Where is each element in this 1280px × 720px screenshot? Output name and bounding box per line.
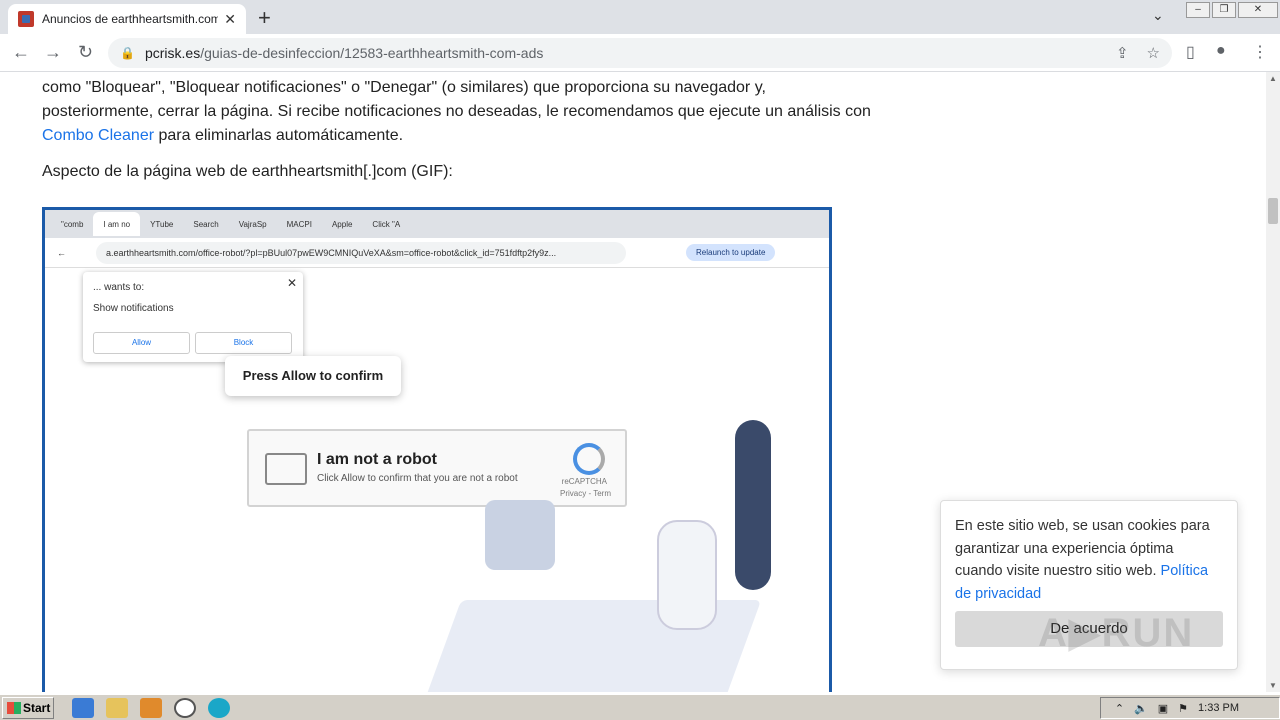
gif-tab: VajraSp: [238, 219, 267, 229]
combo-cleaner-link[interactable]: Combo Cleaner: [42, 127, 154, 144]
gif-tab: "comb: [61, 219, 84, 229]
gif-url-text: a.earthheartsmith.com/office-robot/?pl=p…: [96, 241, 626, 264]
gif-captcha-subtitle: Click Allow to confirm that you are not …: [317, 473, 518, 484]
windows-logo-icon: [7, 701, 21, 714]
man-figure: [657, 520, 717, 630]
clock[interactable]: 1:33 PM: [1198, 702, 1239, 714]
address-bar[interactable]: 🔒 pcrisk.es/guias-de-desinfeccion/12583-…: [108, 38, 1172, 68]
edge-icon[interactable]: [208, 697, 230, 718]
url-text[interactable]: pcrisk.es/guias-de-desinfeccion/12583-ea…: [145, 45, 543, 61]
gif-tab: I am no: [93, 212, 141, 236]
side-panel-icon[interactable]: ▯: [1186, 42, 1195, 62]
tab-strip: Anuncios de earthheartsmith.com - E ✕ + …: [0, 0, 1280, 34]
back-arrow-icon[interactable]: ←: [12, 42, 30, 63]
tab-close-icon[interactable]: ✕: [224, 11, 236, 28]
favicon-icon: [18, 11, 34, 27]
scroll-up-icon[interactable]: ▲: [1269, 74, 1277, 83]
scroll-down-icon[interactable]: ▼: [1269, 681, 1277, 690]
profile-avatar-icon[interactable]: ●: [1216, 42, 1226, 60]
bookmark-star-icon[interactable]: ☆: [1147, 44, 1160, 62]
robot-figure: [485, 500, 555, 570]
system-tray: ⌃ 🔈 ▣ ⚑ 1:33 PM: [1100, 697, 1280, 719]
gif-back-icon: ←: [57, 247, 66, 258]
browser-toolbar: ← → ↻ 🔒 pcrisk.es/guias-de-desinfeccion/…: [0, 34, 1280, 72]
gif-relaunch-badge: Relaunch to update: [686, 244, 776, 261]
start-button[interactable]: Start: [2, 696, 54, 719]
minimize-button[interactable]: –: [1186, 2, 1210, 18]
gif-tab: Apple: [331, 219, 353, 229]
menu-kebab-icon[interactable]: ⋮: [1252, 42, 1268, 62]
gif-captcha-box-icon: [265, 453, 307, 485]
woman-figure: [735, 420, 771, 590]
share-icon[interactable]: ⇪: [1116, 44, 1129, 62]
gif-tab: MACPI: [286, 219, 312, 229]
folder-icon[interactable]: [106, 697, 128, 718]
gif-tab: Search: [193, 219, 219, 229]
chrome-icon[interactable]: [174, 697, 196, 718]
gif-block-button: Block: [195, 332, 292, 354]
example-gif-image: "comb I am no YTube Search VajraSp MACPI…: [42, 207, 832, 692]
restore-button[interactable]: ❐: [1212, 2, 1236, 18]
gif-tab-strip: "comb I am no YTube Search VajraSp MACPI…: [45, 210, 829, 238]
gif-close-icon: ✕: [286, 276, 297, 290]
tab-title: Anuncios de earthheartsmith.com - E: [42, 12, 219, 26]
article-paragraph: como "Bloquear", "Bloquear notificacione…: [42, 79, 871, 144]
gif-tab: YTube: [150, 219, 174, 229]
gif-allow-button: Allow: [93, 332, 190, 354]
recaptcha-logo-icon: [573, 443, 605, 475]
tray-arrow-icon[interactable]: ⌃: [1115, 702, 1124, 715]
gif-wants-to: ... wants to:: [93, 282, 145, 293]
page-scrollbar[interactable]: ▲ ▼: [1266, 72, 1280, 692]
scrollbar-thumb[interactable]: [1268, 198, 1278, 224]
new-tab-button[interactable]: +: [258, 5, 271, 31]
media-player-icon[interactable]: [140, 697, 162, 718]
gif-caption: Aspecto de la página web de earthheartsm…: [42, 163, 453, 180]
cookie-text: En este sitio web, se usan cookies para …: [955, 518, 1210, 602]
gif-address-bar: ← a.earthheartsmith.com/office-robot/?pl…: [45, 238, 829, 268]
gif-show-notifications: Show notifications: [93, 303, 174, 314]
gif-captcha-title: I am not a robot: [317, 451, 437, 468]
gif-press-allow-label: Press Allow to confirm: [225, 356, 401, 396]
tab-search-chevron-icon[interactable]: ⌄: [1152, 7, 1164, 24]
gif-recaptcha-label: reCAPTCHA: [561, 477, 607, 486]
forward-arrow-icon[interactable]: →: [44, 42, 62, 63]
reload-icon[interactable]: ↻: [78, 42, 93, 63]
gif-fake-captcha: I am not a robot Click Allow to confirm …: [247, 429, 627, 507]
ie-icon[interactable]: [72, 697, 94, 718]
window-controls: – ❐ ✕: [1184, 2, 1278, 18]
gif-notification-prompt: ✕ ... wants to: Show notifications Allow…: [83, 272, 303, 362]
network-icon[interactable]: ▣: [1158, 702, 1168, 715]
close-window-button[interactable]: ✕: [1238, 2, 1278, 18]
gif-tab: Click "A: [372, 219, 401, 229]
watermark-logo: A▶RUN: [1038, 611, 1195, 655]
volume-icon[interactable]: 🔈: [1134, 702, 1148, 715]
taskbar: Start ⌃ 🔈 ▣ ⚑ 1:33 PM: [0, 694, 1280, 720]
flag-icon[interactable]: ⚑: [1178, 702, 1188, 715]
lock-icon[interactable]: 🔒: [120, 46, 135, 60]
gif-privacy-label: Privacy - Term: [560, 489, 611, 498]
browser-tab-active[interactable]: Anuncios de earthheartsmith.com - E ✕: [8, 4, 246, 34]
